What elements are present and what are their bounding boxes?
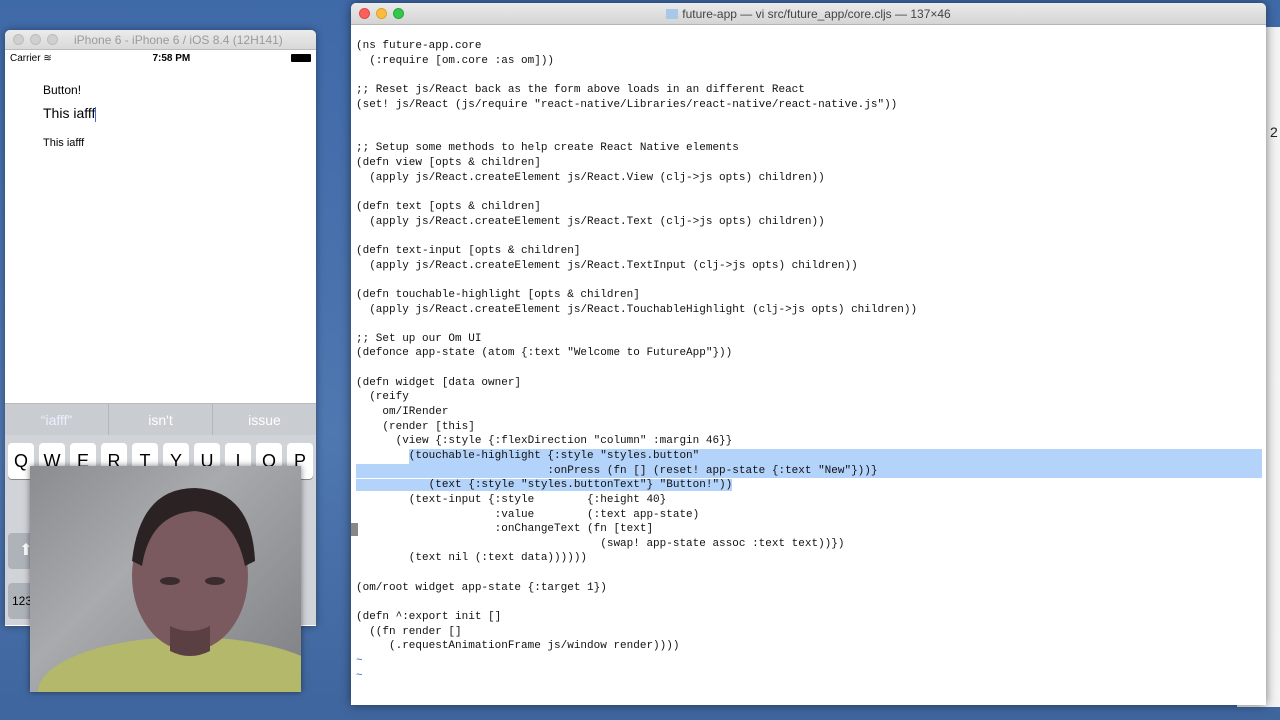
code-line: (defonce app-state (atom {:text "Welcome… (356, 347, 733, 360)
code-line: (touchable-highlight {:style "styles.but… (356, 448, 1262, 464)
code-line: :value (:text app-state) (356, 508, 700, 521)
code-line: (apply js/React.createElement js/React.T… (356, 303, 918, 316)
code-line: (set! js/React (js/require "react-native… (356, 98, 898, 111)
suggestion-item[interactable]: “iafff” (5, 404, 109, 435)
text-cursor (95, 106, 97, 122)
code-line: ;; Set up our Om UI (356, 332, 482, 345)
code-line: (defn touchable-highlight [opts & childr… (356, 288, 640, 301)
clock: 7:58 PM (152, 52, 191, 64)
text-input[interactable]: This iafff (43, 105, 97, 122)
terminal-title-text: future-app — vi src/future_app/core.cljs… (682, 6, 951, 21)
wifi-icon: ≋ (43, 52, 52, 64)
carrier-text: Carrier (10, 52, 41, 64)
code-line: (reify (356, 391, 409, 404)
webcam-overlay (30, 466, 301, 692)
battery-icon (291, 54, 311, 62)
zoom-button[interactable] (47, 34, 58, 45)
code-line: ~ (356, 654, 363, 667)
code-line: (defn widget [data owner] (356, 376, 522, 389)
code-line: (om/root widget app-state {:target 1}) (356, 581, 607, 594)
code-line: (defn text-input [opts & children] (356, 244, 581, 257)
simulator-title: iPhone 6 - iPhone 6 / iOS 8.4 (12H141) (74, 32, 283, 47)
code-line: (text nil (:text data)))))) (356, 552, 588, 565)
minimize-button[interactable] (30, 34, 41, 45)
code-line: :onPress (fn [] (reset! app-state {:text… (356, 463, 1262, 479)
code-line: (ns future-app.core (356, 40, 482, 52)
output-text: This iafff (43, 137, 85, 149)
terminal-window: future-app — vi src/future_app/core.cljs… (351, 3, 1266, 705)
close-button[interactable] (13, 34, 24, 45)
code-line: (swap! app-state assoc :text text))}) (356, 537, 845, 550)
status-bar: Carrier ≋ 7:58 PM (5, 50, 316, 66)
background-window-text: 2 (1270, 124, 1278, 140)
code-line: (apply js/React.createElement js/React.V… (356, 171, 825, 184)
code-line: ((fn render [] (356, 625, 462, 638)
selected-text: (text {:style "styles.buttonText"} "Butt… (356, 479, 733, 492)
code-line: (.requestAnimationFrame js/window render… (356, 640, 680, 653)
carrier-label: Carrier ≋ (10, 53, 52, 64)
code-line: (apply js/React.createElement js/React.T… (356, 259, 858, 272)
terminal-title-bar: future-app — vi src/future_app/core.cljs… (351, 3, 1266, 25)
suggestion-item[interactable]: issue (213, 404, 316, 435)
app-view: Button! This iafff This iafff (5, 66, 316, 403)
code-line: (defn text [opts & children] (356, 201, 541, 214)
code-line: (render [this] (356, 420, 475, 433)
code-line: (defn view [opts & children] (356, 157, 541, 170)
webcam-person-image (38, 488, 301, 692)
suggestion-bar: “iafff” isn't issue (5, 403, 316, 435)
folder-icon (666, 8, 679, 19)
code-line: (view {:style {:flexDirection "column" :… (356, 435, 733, 448)
code-line: ~ (356, 669, 363, 682)
code-line: om/IRender (356, 406, 449, 419)
mouse-cursor-marker (351, 523, 358, 537)
code-line: (defn ^:export init [] (356, 610, 502, 623)
code-line: ;; Setup some methods to help create Rea… (356, 142, 739, 155)
code-line: (apply js/React.createElement js/React.T… (356, 215, 825, 228)
code-line: ;; Reset js/React back as the form above… (356, 83, 805, 96)
code-line: (:require [om.core :as om])) (356, 54, 555, 67)
code-line: (text-input {:style {:height 40} (356, 493, 667, 506)
code-line: :onChangeText (fn [text] (351, 522, 1262, 537)
vim-editor[interactable]: (ns future-app.core (:require [om.core :… (351, 39, 1262, 683)
terminal-title: future-app — vi src/future_app/core.cljs… (351, 7, 1266, 21)
app-button[interactable]: Button! (43, 83, 81, 97)
text-input-value: This iafff (43, 105, 96, 121)
suggestion-item[interactable]: isn't (109, 404, 213, 435)
simulator-title-bar: iPhone 6 - iPhone 6 / iOS 8.4 (12H141) (5, 30, 316, 50)
code-line: (text {:style "styles.buttonText"} "Butt… (356, 478, 1262, 493)
